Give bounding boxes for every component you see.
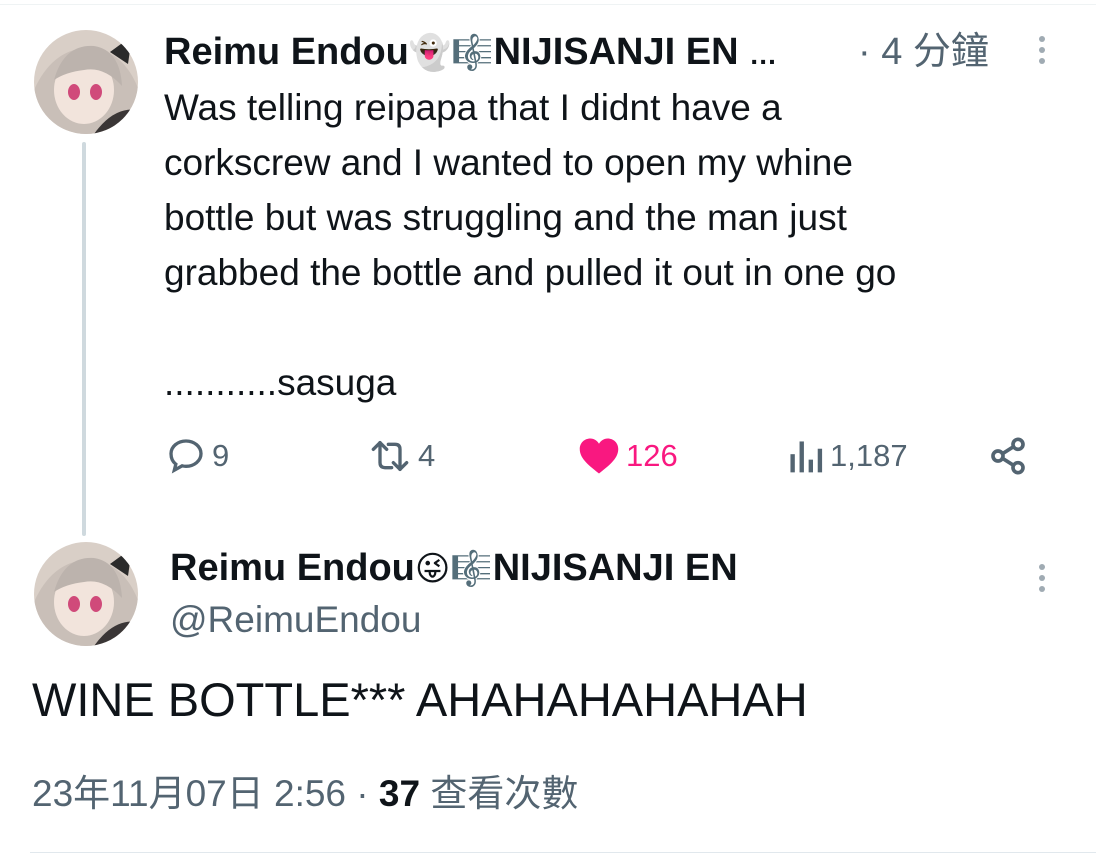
reply-count: 9	[212, 438, 230, 473]
views-count: 1,187	[830, 438, 908, 473]
avatar[interactable]	[34, 30, 138, 134]
comment-icon	[169, 439, 203, 474]
like-count: 126	[626, 438, 678, 473]
thread-line	[82, 142, 86, 536]
retweet-count: 4	[418, 438, 436, 473]
ghost-emoji: 👻	[408, 33, 452, 73]
reply-button[interactable]: 9	[166, 432, 229, 480]
tweet-meta: 23年11月07日 2:56 · 37 查看次數	[32, 768, 578, 820]
bottom-divider	[30, 852, 1096, 853]
author-name-text: Reimu Endou	[164, 31, 409, 73]
view-label: 查看次數	[420, 773, 579, 814]
reply-more-icon[interactable]	[1037, 564, 1047, 598]
share-icon	[991, 437, 1025, 475]
tweet-time[interactable]: · 4 分鐘	[858, 30, 989, 74]
views-icon	[790, 441, 823, 473]
reply-avatar[interactable]	[34, 542, 138, 646]
tweet-text: Was telling reipapa that I didnt have a …	[164, 87, 897, 403]
winking-emoji: 😜	[414, 549, 451, 589]
reply-author-org: NIJISANJI EN	[492, 547, 738, 589]
name-ellipsis: …	[749, 39, 778, 70]
more-icon[interactable]	[1037, 36, 1047, 70]
post-date[interactable]: 23年11月07日 2:56	[32, 773, 346, 814]
reply-author-name[interactable]: Reimu Endou😜🎼NIJISANJI EN	[170, 546, 738, 591]
reply-handle[interactable]: @ReimuEndou	[170, 598, 421, 642]
retweet-button[interactable]: 4	[368, 432, 435, 480]
meta-separator: ·	[346, 773, 379, 814]
like-button[interactable]: 126	[578, 432, 678, 480]
reply-author-name-text: Reimu Endou	[170, 547, 415, 589]
author-org: NIJISANJI EN	[493, 31, 739, 73]
retweet-icon	[371, 441, 409, 471]
music-score-emoji: 🎼	[450, 549, 493, 589]
music-score-emoji: 🎼	[451, 33, 494, 73]
view-count: 37	[378, 773, 421, 814]
views-button[interactable]: 1,187	[786, 432, 908, 480]
share-button[interactable]	[988, 432, 1028, 480]
top-divider	[0, 4, 1096, 5]
reply-text: WINE BOTTLE*** AHAHAHAHAHAH	[32, 673, 808, 726]
heart-icon	[579, 438, 619, 474]
author-name[interactable]: Reimu Endou👻🎼NIJISANJI EN …	[164, 30, 777, 77]
